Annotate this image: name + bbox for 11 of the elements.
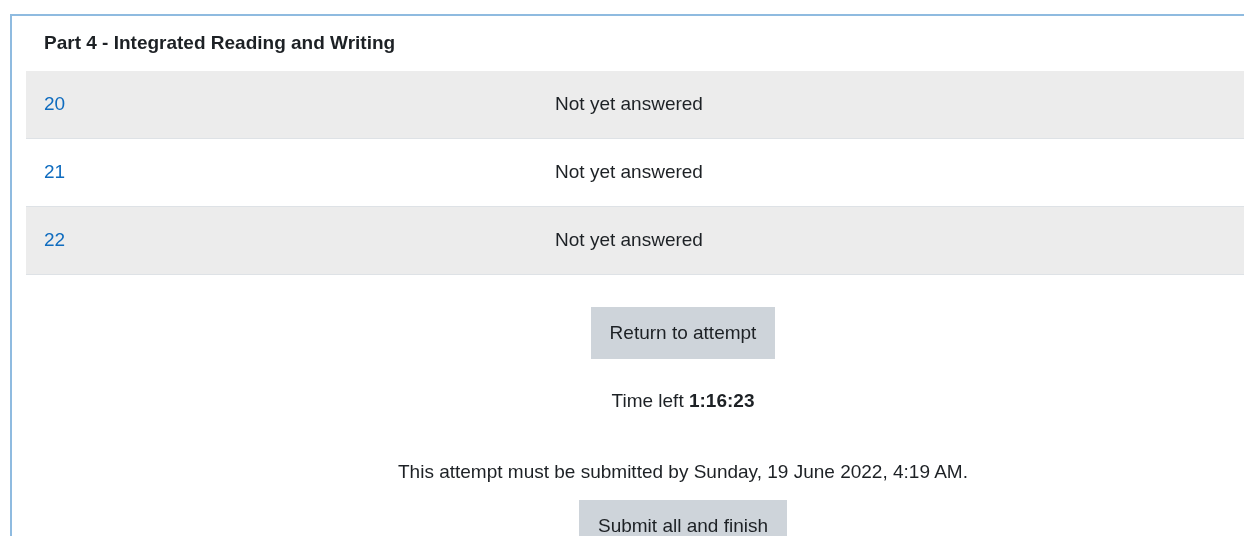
- return-button[interactable]: Return to attempt: [590, 307, 776, 359]
- question-link[interactable]: 22: [44, 229, 66, 251]
- submit-button[interactable]: Submit all and finish: [578, 500, 787, 536]
- time-left-text: Time left 1:16:23: [611, 389, 755, 413]
- deadline-note: This attempt must be submitted by Sunday, 19 June 2022, 4:19 AM.: [398, 459, 968, 484]
- status-cell-text: Not yet answered: [555, 92, 703, 117]
- status-cell-text: Not yet answered: [555, 160, 703, 185]
- status-cell-text: Not yet answered: [555, 228, 703, 253]
- question-link[interactable]: 21: [44, 161, 66, 183]
- section-title: Part 4 - Integrated Reading and Writing: [44, 31, 396, 56]
- question-link[interactable]: 20: [44, 93, 66, 115]
